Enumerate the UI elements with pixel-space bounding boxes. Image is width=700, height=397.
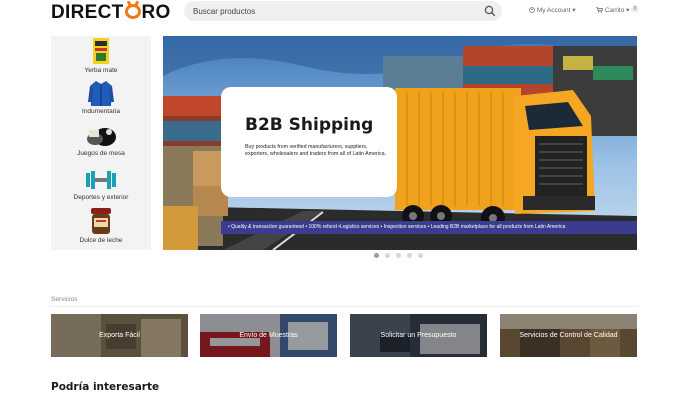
carousel-dot-5[interactable] — [418, 253, 423, 258]
user-icon — [529, 7, 535, 13]
cart-menu[interactable]: Carrito ▾ — [596, 6, 629, 14]
category-label: Deportes y exterior — [73, 194, 129, 201]
logo-text-left: DIRECT — [51, 2, 124, 23]
category-label: Juegos de mesa — [77, 150, 125, 157]
banner-card: B2B Shipping Buy products from verified … — [221, 87, 397, 197]
search-bar — [184, 1, 502, 21]
logo-horns-icon — [124, 4, 141, 19]
services-heading: Servicios — [51, 296, 78, 303]
category-yerba-mate[interactable]: Yerba mate — [51, 38, 151, 78]
category-label: Dulce de leche — [79, 237, 123, 244]
category-sidebar: Yerba mate Indumentaria Juegos de mesa D… — [51, 36, 151, 250]
carousel-dot-2[interactable] — [385, 253, 390, 258]
hero-banner[interactable]: B2B Shipping Buy products from verified … — [163, 36, 637, 250]
service-label: Solicitar un Presupuesto — [380, 332, 457, 339]
carousel-dot-4[interactable] — [407, 253, 412, 258]
recommendations-heading: Podría interesarte — [51, 381, 160, 393]
dumbbell-icon — [86, 171, 116, 189]
my-account-menu[interactable]: My Account ▾ — [529, 6, 576, 14]
site-header: DIRECT RO My Account ▾ Carrito ▾ 0 — [0, 0, 700, 26]
service-label: Servicios de Control de Calidad — [519, 332, 618, 339]
category-deportes-y-exterior[interactable]: Deportes y exterior — [51, 166, 151, 204]
my-account-label: My Account — [536, 7, 571, 14]
cart-label: Carrito — [604, 7, 625, 14]
services-divider — [51, 306, 637, 307]
yerba-mate-package-icon — [93, 38, 109, 64]
jacket-icon — [88, 81, 114, 106]
board-game-icon — [87, 128, 116, 146]
banner-description: Buy products from verified manufacturers… — [245, 144, 387, 157]
search-icon[interactable] — [484, 5, 496, 17]
carousel-dot-1[interactable] — [374, 253, 379, 258]
cart-icon — [596, 7, 604, 13]
service-tile-control-de-calidad[interactable]: Servicios de Control de Calidad — [500, 314, 637, 357]
service-label: Exporta Fácil — [99, 332, 140, 339]
banner-title: B2B Shipping — [245, 115, 374, 135]
dulce-de-leche-jar-icon — [91, 208, 111, 234]
search-input[interactable] — [193, 3, 473, 19]
category-label: Yerba mate — [84, 67, 118, 74]
service-tile-envio-de-muestras[interactable]: Envío de Muestras — [200, 314, 337, 357]
category-indumentaria[interactable]: Indumentaria — [51, 80, 151, 118]
service-label: Envío de Muestras — [239, 332, 298, 339]
category-label: Indumentaria — [82, 108, 120, 115]
chevron-down-icon: ▾ — [572, 7, 576, 14]
cart-count-badge: 0 — [631, 5, 639, 13]
logo-text-right: RO — [141, 2, 171, 23]
category-juegos-de-mesa[interactable]: Juegos de mesa — [51, 122, 151, 160]
chevron-down-icon: ▾ — [626, 7, 630, 14]
category-dulce-de-leche[interactable]: Dulce de leche — [51, 208, 151, 248]
banner-features-strip: • Quality & transaction guaranteed • 100… — [221, 221, 637, 234]
service-tile-solicitar-presupuesto[interactable]: Solicitar un Presupuesto — [350, 314, 487, 357]
service-tile-exporta-facil[interactable]: Exporta Fácil — [51, 314, 188, 357]
site-logo[interactable]: DIRECT RO — [51, 2, 171, 24]
carousel-dot-3[interactable] — [396, 253, 401, 258]
